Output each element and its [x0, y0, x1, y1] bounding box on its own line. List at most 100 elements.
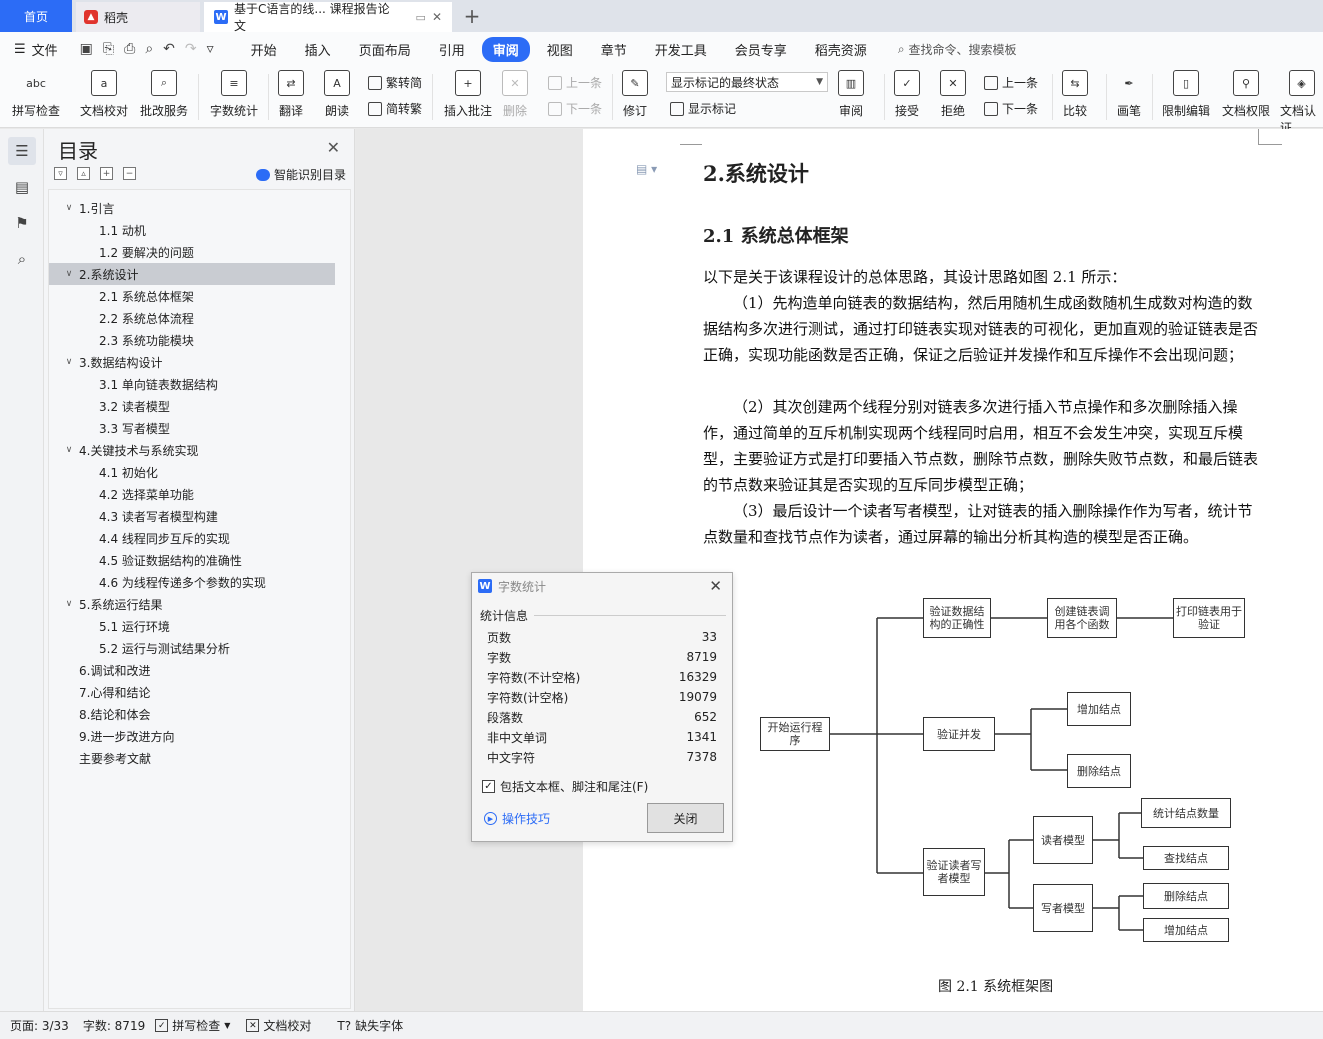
chevron-down-icon[interactable]: ∨	[63, 599, 75, 609]
doc-cert-button[interactable]: ◈ 文档认证	[1280, 70, 1323, 136]
save-icon[interactable]: ▣	[80, 41, 93, 57]
export-icon[interactable]: ⎘	[103, 41, 114, 57]
toc-item[interactable]: ∨ 4.关键技术与系统实现	[49, 439, 335, 461]
toc-item[interactable]: ∨ 1.引言	[49, 197, 335, 219]
tab-layout[interactable]: 页面布局	[348, 37, 422, 62]
restrict-edit-button[interactable]: ▯ 限制编辑	[1162, 70, 1210, 119]
toc-item[interactable]: 1.2 要解决的问题	[49, 241, 335, 263]
translate-button[interactable]: ⇄ 翻译	[278, 70, 304, 119]
undo-icon[interactable]: ↶	[163, 41, 175, 57]
toc-item[interactable]: 2.2 系统总体流程	[49, 307, 335, 329]
wordcount-button[interactable]: ≡ 字数统计	[210, 70, 258, 119]
print-icon[interactable]: ⎙	[124, 41, 135, 57]
chapter-nav-icon[interactable]: ▤	[8, 173, 36, 201]
markup-state-select[interactable]: 显示标记的最终状态 ▼	[666, 72, 828, 92]
toc-item[interactable]: ∨ 5.系统运行结果	[49, 593, 335, 615]
toc-item[interactable]: 5.1 运行环境	[49, 615, 335, 637]
pen-button[interactable]: ✒ 画笔	[1116, 70, 1142, 119]
tab-daoke[interactable]: ▲ 稻壳	[76, 2, 200, 32]
next-change-button[interactable]: 下一条	[984, 100, 1038, 117]
read-aloud-button[interactable]: A 朗读	[324, 70, 350, 119]
word-count-indicator[interactable]: 字数: 8719	[83, 1017, 145, 1034]
status-missing-font[interactable]: T? 缺失字体	[337, 1017, 403, 1034]
tab-section[interactable]: 章节	[590, 37, 638, 62]
chevron-down-icon[interactable]: ∨	[63, 269, 75, 279]
bookmark-icon[interactable]: ⚑	[8, 209, 36, 237]
tips-link[interactable]: ▶ 操作技巧	[484, 810, 550, 827]
tab-references[interactable]: 引用	[428, 37, 476, 62]
status-spellcheck[interactable]: ✓ 拼写检查 ▼	[155, 1017, 230, 1034]
toc-item[interactable]: 7.心得和结论	[49, 681, 335, 703]
reject-button[interactable]: ✕ 拒绝	[940, 70, 966, 119]
collapse-down-icon[interactable]: ▿	[54, 167, 67, 180]
file-menu[interactable]: ☰ 文件	[14, 40, 58, 59]
prev-comment-button[interactable]: 上一条	[548, 74, 602, 91]
status-proofread[interactable]: ✕ 文档校对	[246, 1017, 311, 1034]
prev-change-button[interactable]: 上一条	[984, 74, 1038, 91]
toc-item[interactable]: 8.结论和体会	[49, 703, 335, 725]
chevron-down-icon[interactable]: ∨	[63, 203, 75, 213]
simp-to-trad-button[interactable]: 简转繁	[368, 100, 422, 117]
include-textbox-checkbox[interactable]: ✓ 包括文本框、脚注和尾注(F)	[482, 778, 648, 795]
insert-comment-button[interactable]: + 插入批注	[444, 70, 492, 119]
next-comment-button[interactable]: 下一条	[548, 100, 602, 117]
pin-icon[interactable]: ▭	[416, 11, 426, 24]
toc-item[interactable]: 3.1 单向链表数据结构	[49, 373, 335, 395]
command-search[interactable]: ⌕ 查找命令、搜索模板	[898, 41, 1017, 58]
customize-icon[interactable]: ▿	[207, 41, 214, 57]
collapse-up-icon[interactable]: ▵	[77, 167, 90, 180]
toc-item[interactable]: 2.3 系统功能模块	[49, 329, 335, 351]
toc-item[interactable]: 4.2 选择菜单功能	[49, 483, 335, 505]
toc-item[interactable]: 4.4 线程同步互斥的实现	[49, 527, 335, 549]
trad-to-simp-button[interactable]: 繁转简	[368, 74, 422, 91]
paragraph-options-icon[interactable]: ▤ ▾	[636, 162, 657, 176]
chevron-down-icon[interactable]: ∨	[63, 357, 75, 367]
smart-toc-button[interactable]: 智能识别目录	[255, 166, 346, 183]
toc-item[interactable]: 4.5 验证数据结构的准确性	[49, 549, 335, 571]
dialog-title-bar[interactable]: W 字数统计	[472, 573, 732, 599]
close-button[interactable]: 关闭	[647, 803, 724, 833]
review-pane-button[interactable]: ▥ 审阅	[838, 70, 864, 119]
toc-item[interactable]: 主要参考文献	[49, 747, 335, 769]
tab-insert[interactable]: 插入	[294, 37, 342, 62]
annotate-service-button[interactable]: ⌕ 批改服务	[140, 70, 188, 119]
toc-item[interactable]: 5.2 运行与测试结果分析	[49, 637, 335, 659]
tab-review[interactable]: 审阅	[481, 36, 530, 62]
toc-item[interactable]: 3.3 写者模型	[49, 417, 335, 439]
new-tab-button[interactable]: +	[460, 4, 484, 28]
delete-comment-button[interactable]: ✕ 删除	[502, 70, 528, 119]
tab-start[interactable]: 开始	[240, 37, 288, 62]
tab-view[interactable]: 视图	[536, 37, 584, 62]
toc-item[interactable]: 4.6 为线程传递多个参数的实现	[49, 571, 335, 593]
close-tab-icon[interactable]: ✕	[432, 10, 442, 24]
close-icon[interactable]: ✕	[327, 138, 340, 157]
toc-item[interactable]: 4.1 初始化	[49, 461, 335, 483]
chevron-down-icon[interactable]: ∨	[63, 445, 75, 455]
revise-button[interactable]: ✎ 修订	[622, 70, 648, 119]
accept-button[interactable]: ✓ 接受	[894, 70, 920, 119]
collapse-icon[interactable]: −	[123, 167, 136, 180]
tab-member[interactable]: 会员专享	[724, 37, 798, 62]
expand-icon[interactable]: +	[100, 167, 113, 180]
compare-button[interactable]: ⇆ 比较	[1062, 70, 1088, 119]
proofread-button[interactable]: a 文档校对	[80, 70, 128, 119]
tab-document[interactable]: W 基于C语言的线... 课程报告论文 ▭ ✕	[204, 2, 452, 33]
toc-item[interactable]: 6.调试和改进	[49, 659, 335, 681]
spellcheck-button[interactable]: abc 拼写检查	[12, 70, 60, 119]
toc-item[interactable]: ∨ 3.数据结构设计	[49, 351, 335, 373]
toc-item[interactable]: 4.3 读者写者模型构建	[49, 505, 335, 527]
search-icon[interactable]: ⌕	[8, 245, 36, 273]
tab-developer[interactable]: 开发工具	[644, 37, 718, 62]
preview-icon[interactable]: ⌕	[145, 41, 153, 57]
toc-item[interactable]: 9.进一步改进方向	[49, 725, 335, 747]
toc-item[interactable]: 3.2 读者模型	[49, 395, 335, 417]
redo-icon[interactable]: ↷	[185, 41, 197, 57]
toc-item[interactable]: ∨ 2.系统设计	[49, 263, 335, 285]
tab-home[interactable]: 首页	[0, 0, 72, 32]
toc-item[interactable]: 1.1 动机	[49, 219, 335, 241]
tab-daoke-resources[interactable]: 稻壳资源	[804, 37, 878, 62]
show-markup-button[interactable]: 显示标记	[670, 100, 736, 117]
page-indicator[interactable]: 页面: 3/33	[10, 1017, 69, 1034]
toc-item[interactable]: 2.1 系统总体框架	[49, 285, 335, 307]
doc-permission-button[interactable]: ⚲ 文档权限	[1222, 70, 1270, 119]
